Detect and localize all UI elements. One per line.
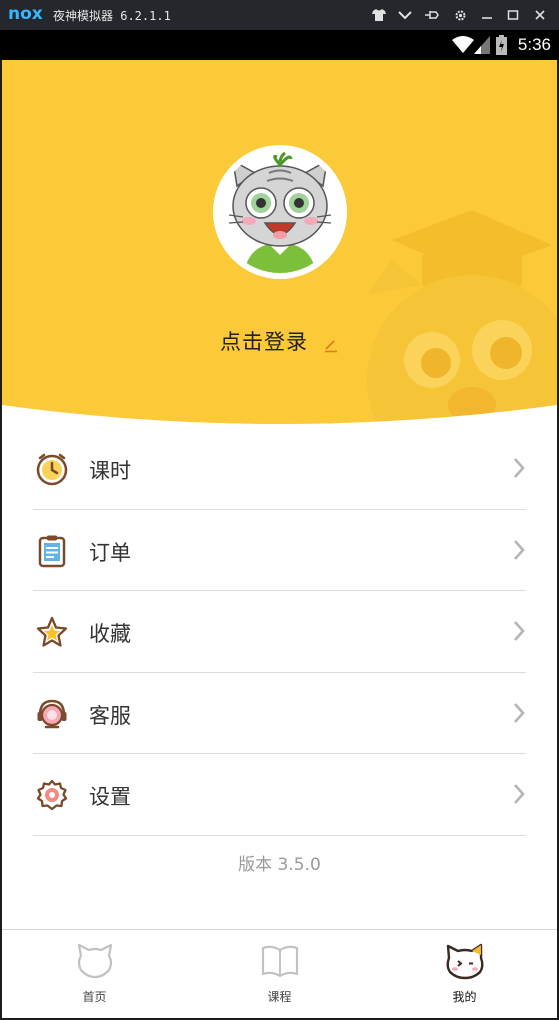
- menu-item-orders[interactable]: 订单: [33, 510, 526, 591]
- shirt-icon[interactable]: [369, 5, 389, 25]
- tab-label-courses: 课程: [267, 990, 292, 1004]
- gear-icon[interactable]: [450, 5, 470, 25]
- menu-item-lessons[interactable]: 课时: [33, 428, 526, 510]
- close-icon[interactable]: [530, 5, 550, 25]
- menu-label-orders: 订单: [89, 540, 131, 565]
- login-prompt[interactable]: 点击登录: [2, 326, 557, 356]
- tab-courses[interactable]: 课程: [187, 930, 372, 1018]
- edit-pencil-icon[interactable]: [323, 337, 339, 353]
- signal-icon: [474, 36, 490, 58]
- menu-list: 课时 订单 收藏 客服 设置: [2, 428, 557, 836]
- mascot-watermark-icon: [367, 210, 557, 432]
- menu-item-settings[interactable]: 设置: [33, 754, 526, 836]
- avatar[interactable]: [213, 145, 347, 279]
- pin-icon[interactable]: [422, 5, 442, 25]
- menu-label-favorites: 收藏: [89, 622, 131, 646]
- emulator-title: 夜神模拟器 6.2.1.1: [53, 9, 171, 23]
- menu-item-favorites[interactable]: 收藏: [33, 591, 526, 673]
- nox-logo: nox: [8, 4, 43, 24]
- chevron-right-icon: [514, 539, 525, 560]
- chevron-right-icon: [514, 784, 525, 804]
- tab-label-mine: 我的: [452, 990, 477, 1004]
- chevron-down-icon[interactable]: [395, 5, 415, 25]
- menu-item-customer-service[interactable]: 客服: [33, 673, 526, 754]
- menu-label-settings: 设置: [89, 785, 131, 809]
- cat-profile-icon: [446, 943, 484, 980]
- star-icon: [36, 616, 68, 647]
- status-bar: 5:36: [0, 30, 559, 60]
- app-screen: 点击登录 课时 订单 收藏 客服 设置 版本 3.5.0 首页 课程 我的: [2, 60, 557, 1018]
- chevron-right-icon: [514, 702, 525, 723]
- tab-home[interactable]: 首页: [2, 930, 187, 1018]
- book-icon: [261, 945, 299, 978]
- menu-label-lessons: 课时: [89, 459, 131, 483]
- emulator-title-bar: nox 夜神模拟器 6.2.1.1: [0, 0, 559, 30]
- wifi-icon: [452, 36, 474, 58]
- status-time: 5:36: [517, 35, 551, 54]
- clipboard-icon: [38, 535, 66, 567]
- chevron-right-icon: [514, 458, 525, 478]
- battery-icon: [496, 35, 507, 59]
- menu-label-customer-service: 客服: [89, 703, 131, 728]
- profile-header: 点击登录: [2, 60, 557, 432]
- maximize-icon[interactable]: [503, 5, 523, 25]
- bottom-tab-bar: 首页 课程 我的: [2, 929, 557, 1018]
- clock-icon: [36, 453, 68, 486]
- minimize-icon[interactable]: [477, 5, 497, 25]
- cat-avatar-icon: [219, 151, 341, 273]
- cat-face-icon: [77, 943, 113, 979]
- chevron-right-icon: [514, 621, 525, 641]
- headset-icon: [37, 699, 67, 728]
- tab-mine[interactable]: 我的: [372, 930, 557, 1018]
- gear-icon: [36, 779, 68, 811]
- login-label[interactable]: 点击登录: [220, 330, 308, 354]
- version-text: 版本 3.5.0: [238, 855, 321, 875]
- tab-label-home: 首页: [82, 990, 107, 1004]
